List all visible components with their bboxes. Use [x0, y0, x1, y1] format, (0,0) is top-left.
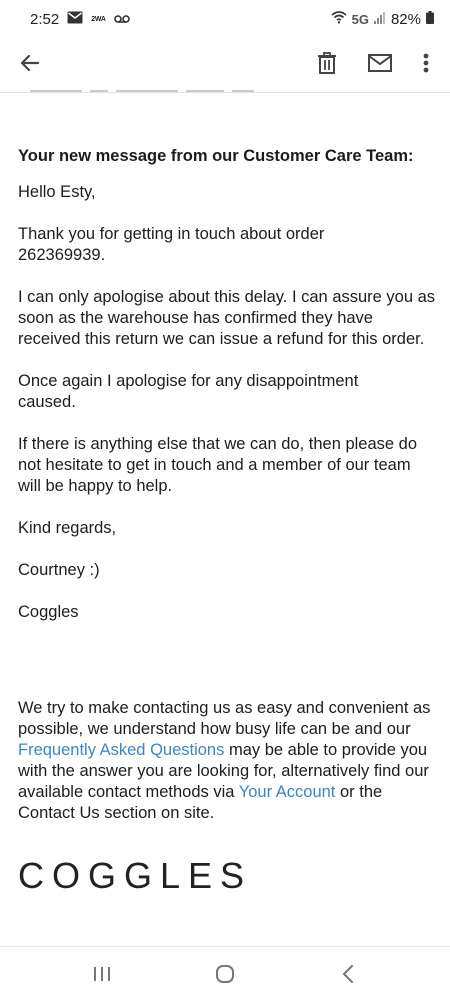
signal-icon	[373, 11, 386, 28]
home-icon[interactable]	[195, 954, 255, 994]
status-mini-label: 2WA	[91, 15, 106, 23]
email-heading: Your new message from our Customer Care …	[18, 147, 414, 165]
footer-text: We try to make contacting us as easy and…	[18, 698, 438, 824]
your-account-link[interactable]: Your Account	[239, 783, 336, 801]
mail-notification-icon	[67, 11, 83, 28]
status-time: 2:52	[30, 10, 60, 28]
coggles-logo: COGGLES	[18, 855, 253, 896]
email-signature: Courtney :)	[18, 561, 100, 579]
battery-icon	[426, 10, 434, 28]
trash-icon[interactable]	[305, 38, 349, 88]
footer-text-1: We try to make contacting us as easy and…	[18, 699, 431, 738]
recent-apps-icon[interactable]	[72, 954, 132, 994]
more-vert-icon[interactable]	[404, 38, 448, 88]
email-company: Coggles	[18, 603, 79, 621]
voicemail-icon	[113, 11, 130, 28]
system-nav-bar	[0, 947, 450, 1000]
status-right: 5G 82%	[331, 10, 434, 28]
app-bar	[0, 38, 450, 88]
back-icon[interactable]	[318, 954, 378, 994]
mail-icon[interactable]	[358, 38, 402, 88]
battery-level: 82%	[390, 10, 421, 28]
network-type: 5G	[351, 11, 369, 27]
back-arrow-icon[interactable]	[8, 38, 52, 88]
wifi-icon	[331, 10, 347, 28]
email-body: Hello Esty, Thank you for getting in tou…	[18, 182, 438, 644]
status-bar: 2:52 2WA 5G 82%	[0, 0, 450, 38]
faq-link[interactable]: Frequently Asked Questions	[18, 741, 224, 759]
email-greeting: Hello Esty,	[18, 183, 96, 201]
app-bar-divider	[0, 92, 450, 93]
email-paragraph-4: If there is anything else that we can do…	[18, 435, 418, 495]
email-closing: Kind regards,	[18, 519, 117, 537]
status-left: 2:52 2WA	[30, 11, 130, 28]
email-paragraph-1: Thank you for getting in touch about ord…	[18, 225, 325, 264]
email-paragraph-2: I can only apologise about this delay. I…	[18, 288, 436, 348]
email-footer: We try to make contacting us as easy and…	[18, 698, 438, 824]
email-paragraph-3: Once again I apologise for any disappoin…	[18, 372, 359, 411]
